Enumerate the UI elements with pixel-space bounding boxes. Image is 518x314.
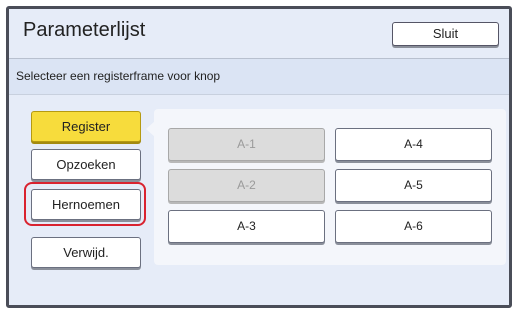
close-button[interactable]: Sluit bbox=[392, 22, 499, 46]
dialog-header: Parameterlijst Sluit bbox=[9, 9, 509, 58]
register-button[interactable]: Register bbox=[31, 111, 141, 142]
slot-a2: A-2 bbox=[168, 169, 325, 202]
slot-a6[interactable]: A-6 bbox=[335, 210, 492, 243]
slot-a1: A-1 bbox=[168, 128, 325, 161]
page-title: Parameterlijst bbox=[23, 19, 146, 41]
search-button[interactable]: Opzoeken bbox=[31, 149, 141, 180]
instruction-divider bbox=[9, 94, 509, 95]
instruction-bar: Selecteer een registerframe voor knop bbox=[9, 59, 509, 94]
rename-highlight-ring bbox=[24, 182, 146, 226]
parameter-list-dialog: Parameterlijst Sluit Selecteer een regis… bbox=[6, 6, 512, 308]
slot-a5[interactable]: A-5 bbox=[335, 169, 492, 202]
instruction-text: Selecteer een registerframe voor knop bbox=[16, 69, 221, 83]
delete-button[interactable]: Verwijd. bbox=[31, 237, 141, 268]
slot-a4[interactable]: A-4 bbox=[335, 128, 492, 161]
register-frame-panel: A-1 A-2 A-3 A-4 A-5 A-6 bbox=[154, 109, 506, 265]
slot-a3[interactable]: A-3 bbox=[168, 210, 325, 243]
